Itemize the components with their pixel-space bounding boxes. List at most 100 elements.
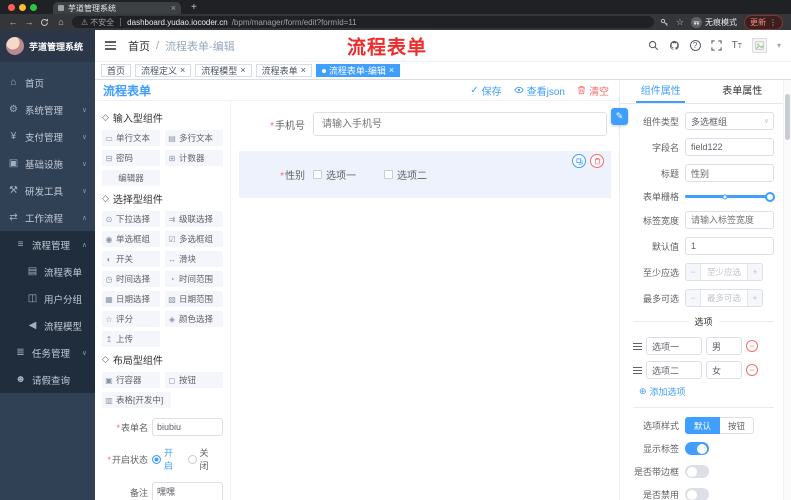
- copy-field-button[interactable]: [572, 154, 586, 168]
- collapse-sidebar-icon[interactable]: [105, 41, 116, 50]
- show-label-switch[interactable]: [685, 442, 709, 455]
- palette-item-multi-text[interactable]: ▤ 多行文本: [165, 130, 223, 146]
- palette-item-checkbox-group[interactable]: ☑ 多选框组: [165, 231, 223, 247]
- maximize-window-button[interactable]: [30, 3, 37, 11]
- palette-item-row-container[interactable]: ▣ 行容器: [102, 372, 160, 388]
- close-window-button[interactable]: [8, 3, 15, 11]
- checkbox-option-1[interactable]: 选项一: [313, 167, 356, 182]
- palette-item-dropdown[interactable]: ⊙ 下拉选择: [102, 211, 160, 227]
- form-name-input[interactable]: [152, 418, 223, 436]
- label-width-input[interactable]: [685, 211, 774, 229]
- remark-textarea[interactable]: 嘿嘿: [152, 482, 223, 500]
- slider-handle[interactable]: [765, 191, 775, 202]
- decrement-button[interactable]: −: [686, 290, 701, 306]
- radio-on[interactable]: [152, 454, 161, 464]
- logo-row[interactable]: 芋道管理系统: [0, 30, 95, 62]
- security-status[interactable]: ⚠ 不安全: [81, 17, 114, 28]
- fullscreen-icon[interactable]: [710, 40, 722, 51]
- remove-option-icon[interactable]: −: [746, 340, 758, 352]
- style-default-button[interactable]: 默认: [685, 417, 721, 434]
- phone-input[interactable]: [313, 112, 607, 136]
- font-size-icon[interactable]: TT: [732, 40, 742, 51]
- field-gender-selected[interactable]: *性别 选项一 选项二: [239, 151, 611, 198]
- palette-item-table[interactable]: ▥ 表格[开发中]: [102, 392, 172, 408]
- palette-item-time-range[interactable]: ◔ 时间范围: [165, 271, 223, 287]
- forward-icon[interactable]: →: [24, 17, 34, 27]
- address-bar[interactable]: ⚠ 不安全 dashboard.yudao.iocoder.cn /bpm/ma…: [72, 16, 654, 28]
- tag-process-form[interactable]: 流程表单 ×: [255, 64, 312, 77]
- increment-button[interactable]: +: [747, 290, 762, 306]
- avatar-caret-icon[interactable]: ▾: [777, 41, 781, 50]
- help-icon[interactable]: ?: [689, 40, 701, 51]
- palette-item-button[interactable]: ◻ 按钮: [165, 372, 223, 388]
- palette-item-single-text[interactable]: ▭ 单行文本: [102, 130, 160, 146]
- field-phone[interactable]: *手机号: [239, 107, 611, 141]
- palette-item-rate[interactable]: ☆ 评分: [102, 311, 160, 327]
- palette-item-date-picker[interactable]: ▦ 日期选择: [102, 291, 160, 307]
- sidebar-item-process-model[interactable]: ◀ 流程模型: [0, 312, 95, 339]
- tag-process-form-edit[interactable]: 流程表单-编辑 ×: [315, 64, 401, 77]
- decrement-button[interactable]: −: [686, 264, 701, 280]
- back-icon[interactable]: ←: [8, 17, 18, 27]
- tab-form-props[interactable]: 表单属性: [702, 80, 784, 103]
- save-button[interactable]: ✓ 保存: [470, 83, 501, 98]
- scrollbar-track[interactable]: [783, 80, 791, 500]
- checkbox-option-2[interactable]: 选项二: [384, 167, 427, 182]
- close-icon[interactable]: ×: [301, 66, 306, 75]
- palette-item-cascade[interactable]: ⇉ 级联选择: [165, 211, 223, 227]
- palette-item-editor[interactable]: 编辑器: [102, 170, 160, 186]
- border-switch[interactable]: [685, 465, 709, 478]
- add-option-button[interactable]: ⊕ 添加选项: [639, 385, 774, 398]
- avatar[interactable]: [751, 38, 767, 53]
- radio-on-label[interactable]: 开启: [164, 446, 179, 472]
- sidebar-item-user-group[interactable]: ◫ 用户分组: [0, 285, 95, 312]
- drag-handle-icon[interactable]: [633, 342, 642, 350]
- breadcrumb-home[interactable]: 首页: [128, 38, 150, 54]
- palette-item-radio-group[interactable]: ◉ 单选框组: [102, 231, 160, 247]
- drag-handle-icon[interactable]: [633, 366, 642, 374]
- palette-item-counter[interactable]: ⊞ 计数器: [165, 150, 223, 166]
- key-icon[interactable]: [660, 18, 669, 27]
- search-icon[interactable]: [648, 40, 659, 51]
- close-icon[interactable]: ×: [240, 66, 245, 75]
- sidebar-item-devtools[interactable]: ⚒ 研发工具 ∨: [0, 177, 95, 204]
- style-button-button[interactable]: 按钮: [720, 417, 755, 434]
- new-tab-button[interactable]: +: [191, 2, 197, 13]
- minimize-window-button[interactable]: [19, 3, 26, 11]
- remove-option-icon[interactable]: −: [746, 364, 758, 376]
- clear-button[interactable]: 清空: [577, 83, 609, 98]
- view-json-button[interactable]: 查看json: [513, 83, 565, 98]
- palette-item-date-range[interactable]: ▧ 日期范围: [165, 291, 223, 307]
- option-1-value-input[interactable]: [706, 337, 742, 355]
- sidebar-item-infra[interactable]: ▣ 基础设施 ∨: [0, 150, 95, 177]
- grid-span-slider[interactable]: [685, 191, 775, 202]
- tag-process-definition[interactable]: 流程定义 ×: [135, 64, 192, 77]
- browser-menu-icon[interactable]: ⋮: [769, 18, 777, 27]
- palette-item-color-picker[interactable]: ◈ 颜色选择: [165, 311, 223, 327]
- palette-item-switch[interactable]: ◐ 开关: [102, 251, 160, 267]
- option-2-value-input[interactable]: [706, 361, 742, 379]
- scrollbar-thumb[interactable]: [785, 94, 790, 140]
- sidebar-item-process-mgmt[interactable]: ≡ 流程管理 ∧: [0, 231, 95, 258]
- home-icon[interactable]: ⌂: [56, 17, 66, 27]
- github-icon[interactable]: [669, 40, 680, 51]
- radio-off[interactable]: [187, 454, 197, 464]
- radio-off-label[interactable]: 关闭: [200, 446, 215, 472]
- disabled-switch[interactable]: [685, 488, 709, 500]
- browser-tab[interactable]: 芋道管理系统 ×: [53, 2, 181, 14]
- palette-item-upload[interactable]: ↥ 上传: [102, 331, 160, 347]
- increment-button[interactable]: +: [747, 264, 762, 280]
- field-name-input[interactable]: [685, 138, 774, 156]
- bookmark-star-icon[interactable]: ☆: [676, 17, 684, 27]
- default-value-input[interactable]: [685, 237, 774, 255]
- option-1-name-input[interactable]: [646, 337, 702, 355]
- sidebar-item-payment[interactable]: ¥ 支付管理 ∨: [0, 123, 95, 150]
- tag-home[interactable]: 首页: [101, 64, 132, 77]
- title-input[interactable]: [685, 164, 774, 182]
- sidebar-item-process-form[interactable]: ▤ 流程表单: [0, 258, 95, 285]
- tab-close-icon[interactable]: ×: [171, 3, 176, 13]
- tab-component-props[interactable]: 组件属性: [620, 80, 702, 103]
- option-2-name-input[interactable]: [646, 361, 702, 379]
- close-icon[interactable]: ×: [180, 66, 185, 75]
- palette-item-slider[interactable]: ↔ 滑块: [165, 251, 223, 267]
